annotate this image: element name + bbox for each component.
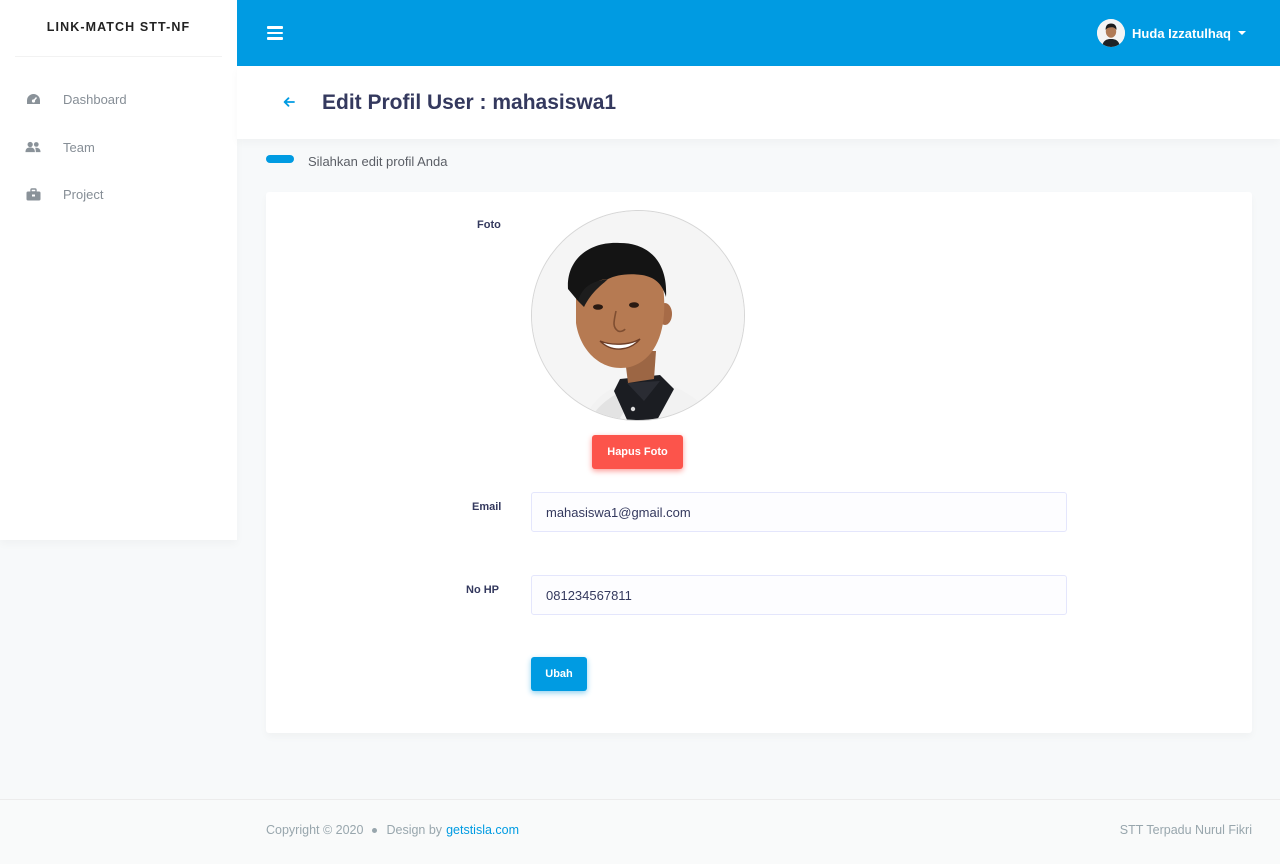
briefcase-icon [25,188,41,202]
sidebar-item-project[interactable]: Project [0,171,237,219]
users-icon [25,140,41,154]
sidebar: LINK-MATCH STT-NF Dashboard Team Project [0,0,237,540]
lead-accent-bar [266,155,294,163]
user-dropdown[interactable]: Huda Izzatulhaq [1097,19,1246,47]
design-by-text: Design by [386,823,443,837]
sidebar-item-label: Team [63,139,95,155]
footer: Copyright © 2020 Design by getstisla.com… [0,799,1280,864]
photo-label: Foto [477,219,501,231]
lead-text: Silahkan edit profil Anda [308,154,448,169]
delete-photo-button[interactable]: Hapus Foto [592,435,683,469]
user-name: Huda Izzatulhaq [1132,25,1231,41]
sidebar-item-dashboard[interactable]: Dashboard [0,76,237,124]
sidebar-item-label: Project [63,187,104,203]
brand-logo-text[interactable]: LINK-MATCH STT-NF [15,0,222,57]
footer-right-text: STT Terpadu Nurul Fikri [1119,823,1252,837]
profile-photo [531,210,745,421]
dashboard-icon [25,93,41,107]
hamburger-menu-icon[interactable] [267,26,283,40]
sidebar-item-team[interactable]: Team [0,124,237,172]
footer-left: Copyright © 2020 Design by getstisla.com [266,823,519,837]
section-header: Edit Profil User : mahasiswa1 [237,66,1280,139]
bullet-separator [372,827,378,833]
phone-field[interactable] [531,575,1067,615]
back-arrow-icon[interactable] [281,95,297,109]
edit-profile-card: Foto Hapus Foto Email mahasiswa1@gmail.c… [266,192,1252,733]
page-title: Edit Profil User : mahasiswa1 [322,91,617,114]
copyright-text: Copyright © 2020 [266,823,364,837]
email-label: Email [472,501,502,513]
design-link[interactable]: getstisla.com [446,823,519,837]
submit-button[interactable]: Ubah [531,657,587,691]
email-field[interactable] [531,492,1067,532]
phone-label: No HP [466,584,499,596]
sidebar-menu: Dashboard Team Project [0,76,237,219]
top-navbar: Huda Izzatulhaq [237,0,1280,66]
sidebar-item-label: Dashboard [63,92,127,108]
caret-down-icon [1238,31,1246,35]
avatar [1097,19,1126,47]
